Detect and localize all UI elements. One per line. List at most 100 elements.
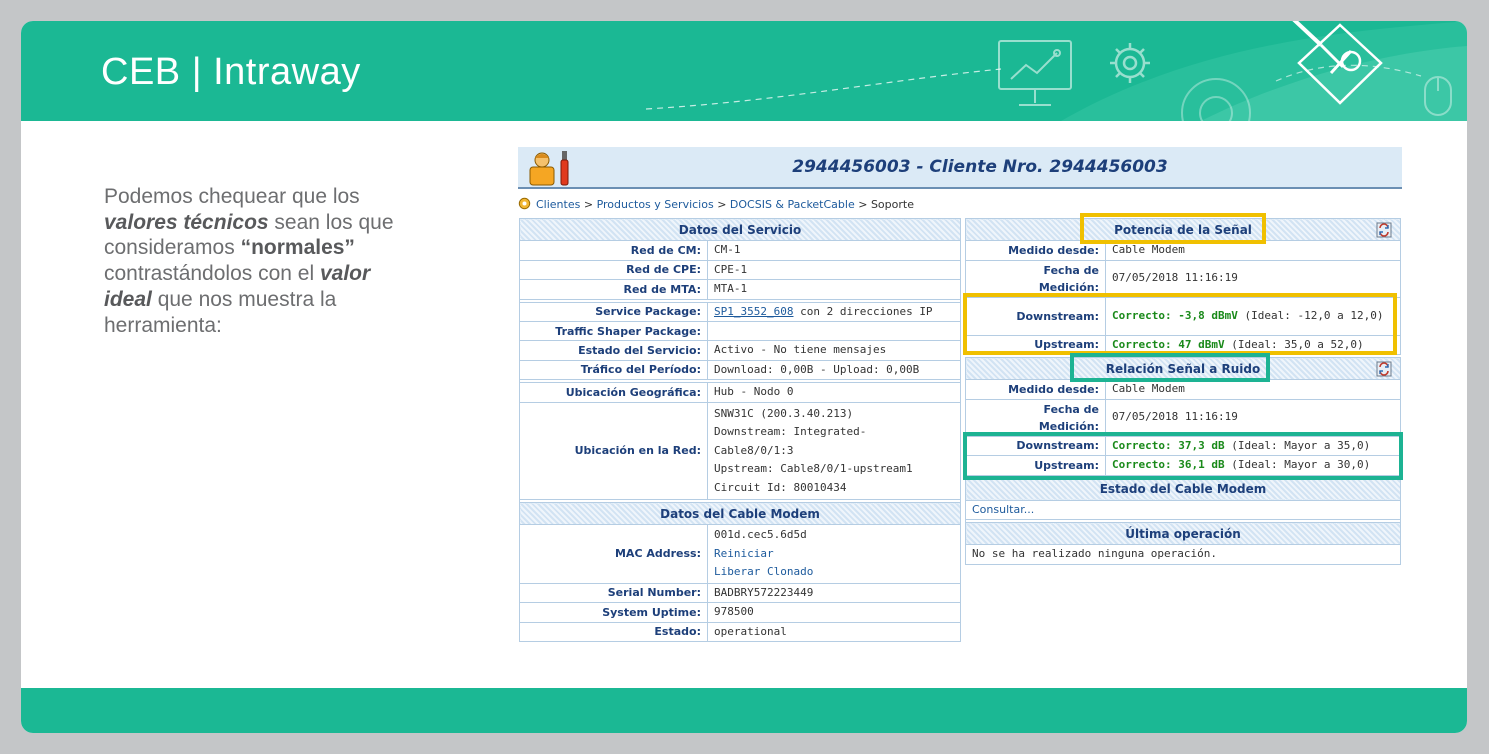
ideal-range: (Ideal: Mayor a 35,0) [1224, 438, 1371, 452]
consultar-cell: Consultar... [965, 499, 1401, 520]
trafico-label: Tráfico del Período: [519, 359, 708, 380]
medido-desde-label: Medido desde: [965, 240, 1106, 261]
breadcrumb-link-productos[interactable]: Productos y Servicios [597, 198, 714, 211]
intraway-screenshot: 2944456003 - Cliente Nro. 2944456003 Cli… [518, 146, 1403, 642]
table-row: Tráfico del Período: Download: 0,00B - Up… [519, 359, 962, 380]
datos-cable-modem-header: Datos del Cable Modem [518, 502, 962, 525]
potencia-header: Potencia de la Señal [1114, 222, 1252, 237]
ultima-operacion-value: No se ha realizado ninguna operación. [965, 544, 1401, 565]
red-mta-value: MTA-1 [706, 279, 962, 300]
estado-cm-value: operational [706, 621, 962, 642]
fecha-medicion-value: 07/05/2018 11:16:19 [1104, 259, 1402, 298]
ubicacion-geografica-value: Hub - Nodo 0 [706, 382, 962, 403]
refresh-icon[interactable] [1376, 222, 1392, 238]
system-uptime-label: System Uptime: [519, 602, 708, 623]
table-row: Downstream: Correcto: 37,3 dB (Ideal: May… [965, 435, 1401, 456]
ideal-range: (Ideal: -12,0 a 12,0) [1237, 309, 1384, 323]
fecha-label-line: Fecha de [1043, 263, 1099, 277]
table-row: MAC Address: 001d.cec5.6d5d Reiniciar Li… [519, 524, 962, 584]
slide: CEB | Intraway Podemos chequear que los … [21, 21, 1467, 733]
serial-number-label: Serial Number: [519, 582, 708, 603]
fecha-label-line: Medición: [1038, 419, 1099, 433]
estado-servicio-value: Activo - No tiene mensajes [706, 340, 962, 361]
red-cm-label: Red de CM: [519, 240, 708, 261]
body-text-line: herramienta: [104, 313, 222, 337]
snr-section: Relación Señal a Ruido Medido desde: Cabl… [965, 357, 1401, 565]
red-cpe-label: Red de CPE: [519, 259, 708, 280]
body-emphasis-ideal: ideal [104, 287, 152, 311]
slide-footer [21, 688, 1467, 733]
estado-cm-label: Estado: [519, 621, 708, 642]
medido-desde-value: Cable Modem [1104, 240, 1402, 261]
traffic-shaper-label: Traffic Shaper Package: [519, 321, 708, 341]
slide-header: CEB | Intraway [21, 21, 1467, 121]
serial-number-value: BADBRY572223449 [706, 582, 962, 603]
table-row: Ubicación en la Red: SNW31C (200.3.40.21… [519, 401, 962, 500]
body-text-line: que nos muestra la [151, 287, 337, 311]
potencia-downstream-value: Correcto: -3,8 dBmV (Ideal: -12,0 a 12,0… [1104, 296, 1402, 336]
table-row: System Uptime: 978500 [519, 602, 962, 623]
body-text-line: consideramos [104, 236, 241, 260]
liberar-clonado-link[interactable]: Liberar Clonado [714, 563, 954, 582]
fecha-medicion-label: Fecha de Medición: [965, 259, 1106, 298]
snr-header: Relación Señal a Ruido [1105, 361, 1261, 376]
service-package-value: con 2 direcciones IP [793, 304, 933, 318]
consultar-link[interactable]: Consultar... [972, 503, 1034, 516]
table-row: Red de CPE: CPE-1 [519, 259, 962, 280]
reiniciar-link[interactable]: Reiniciar [714, 545, 954, 564]
medido-desde-value: Cable Modem [1105, 379, 1401, 400]
table-row: Medido desde: Cable Modem [965, 379, 1401, 400]
fecha-label-line: Medición: [1038, 280, 1099, 294]
ubicacion-red-label: Ubicación en la Red: [519, 401, 708, 500]
status-correcto: Correcto: 36,1 dB [1112, 458, 1225, 471]
refresh-icon[interactable] [1376, 361, 1392, 377]
table-row: No se ha realizado ninguna operación. [965, 544, 1401, 565]
slide-body-text: Podemos chequear que los valores técnico… [104, 184, 444, 338]
table-row: Estado: operational [519, 621, 962, 642]
presentation-icon [998, 40, 1072, 106]
snr-upstream-value: Correcto: 36,1 dB (Ideal: Mayor a 30,0) [1105, 455, 1401, 476]
ubicacion-red-value: SNW31C (200.3.40.213) Downstream: Integr… [706, 401, 962, 500]
client-header-bar: 2944456003 - Cliente Nro. 2944456003 [518, 147, 1402, 189]
potencia-table: Potencia de la Señal Medido desde: Cable … [964, 218, 1402, 355]
service-package-label: Service Package: [519, 301, 708, 322]
mac-address-value: 001d.cec5.6d5d [714, 528, 807, 541]
potencia-header-cell: Potencia de la Señal [964, 218, 1402, 241]
body-text-line: Podemos chequear que los [104, 185, 360, 208]
breadcrumb-link-docsis[interactable]: DOCSIS & PacketCable [730, 198, 855, 211]
body-emphasis-valores-tecnicos: valores técnicos [104, 210, 269, 234]
status-correcto: Correcto: 47 dBmV [1112, 337, 1225, 351]
estado-servicio-label: Estado del Servicio: [519, 340, 708, 361]
ubicacion-red-line: SNW31C (200.3.40.213) [714, 406, 854, 420]
traffic-shaper-value [706, 321, 962, 341]
service-package-link[interactable]: SP1_3552_608 [714, 305, 793, 318]
breadcrumb-gear-icon [518, 197, 531, 210]
datos-servicio-header: Datos del Servicio [518, 218, 962, 241]
table-row: Ubicación Geográfica: Hub - Nodo 0 [519, 382, 962, 403]
body-emphasis-valor: valor [319, 262, 371, 286]
table-row: Serial Number: BADBRY572223449 [519, 582, 962, 603]
snr-table: Relación Señal a Ruido Medido desde: Cabl… [965, 357, 1401, 565]
trafico-value: Download: 0,00B - Upload: 0,00B [706, 359, 962, 380]
table-row: Upstream: Correcto: 47 dBmV (Ideal: 35,0 … [965, 334, 1402, 355]
breadcrumb-separator: > [580, 198, 597, 211]
table-row: Fecha de Medición: 07/05/2018 11:16:19 [965, 259, 1402, 298]
system-uptime-value: 978500 [706, 602, 962, 623]
breadcrumb-separator: > [713, 198, 730, 211]
mac-address-cell: 001d.cec5.6d5d Reiniciar Liberar Clonado [706, 524, 962, 584]
mac-address-label: MAC Address: [519, 524, 708, 584]
table-row: Medido desde: Cable Modem [965, 240, 1402, 261]
potencia-section: Potencia de la Señal Medido desde: Cable … [964, 218, 1402, 355]
table-row: Service Package: SP1_3552_608 con 2 direc… [519, 301, 962, 322]
table-row: Downstream: Correcto: -3,8 dBmV (Ideal: -… [965, 296, 1402, 336]
ubicacion-geografica-label: Ubicación Geográfica: [519, 382, 708, 403]
datos-servicio-table: Datos del Servicio Red de CM: CM-1 Red de… [518, 218, 962, 642]
slide-title: CEB | Intraway [101, 51, 361, 93]
breadcrumb-link-clientes[interactable]: Clientes [536, 198, 580, 211]
table-row: Red de MTA: MTA-1 [519, 279, 962, 300]
body-emphasis-normales: “normales” [240, 236, 355, 260]
red-mta-label: Red de MTA: [519, 279, 708, 300]
table-row: Traffic Shaper Package: [519, 321, 962, 341]
breadcrumb: Clientes > Productos y Servicios > DOCSI… [518, 197, 1218, 213]
snr-header-cell: Relación Señal a Ruido [965, 357, 1401, 380]
